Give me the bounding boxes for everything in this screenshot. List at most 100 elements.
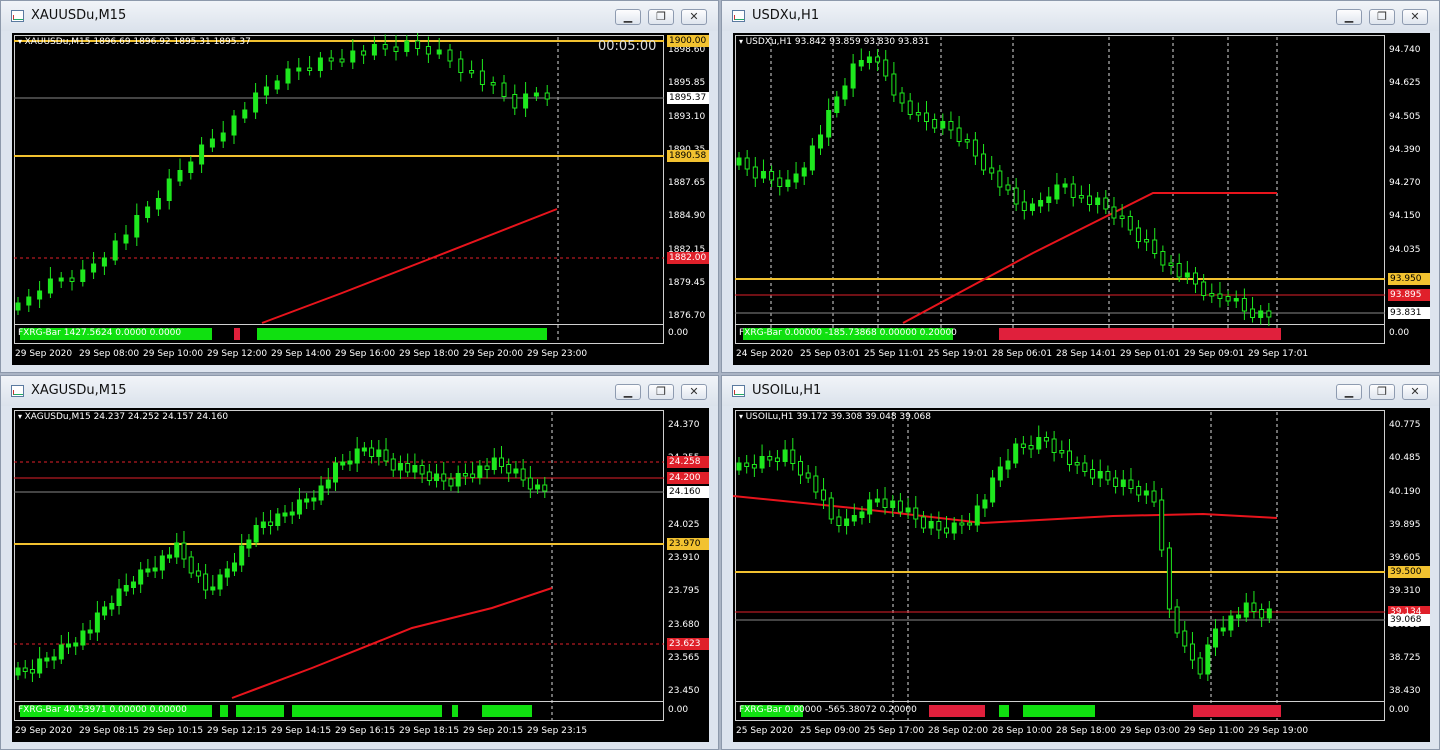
candle-body (875, 56, 881, 63)
window-titlebar[interactable]: XAUUSDu,M15 ▁ ❐ ✕ (1, 1, 718, 31)
candle-body (905, 507, 911, 513)
close-button[interactable]: ✕ (681, 384, 707, 400)
maximize-button[interactable]: ❐ (1369, 384, 1395, 400)
minimize-button[interactable]: ▁ (615, 9, 641, 25)
chart-window-xauusd[interactable]: XAUUSDu,M15 ▁ ❐ ✕ XAUUSDu,M15 1896.69 18… (0, 0, 719, 373)
candle-body (1074, 462, 1080, 466)
candle-body (80, 269, 86, 282)
indicator-bar (929, 705, 985, 717)
candle-body (1005, 184, 1011, 191)
candle-body (1021, 201, 1027, 211)
candle-body (1103, 197, 1109, 210)
candle-body (1266, 310, 1272, 318)
minimize-button[interactable]: ▁ (615, 384, 641, 400)
chart-canvas (14, 410, 664, 721)
price-chart[interactable]: XAGUSDu,M15 24.237 24.252 24.157 24.160 2… (12, 408, 709, 742)
maximize-button[interactable]: ❐ (648, 9, 674, 25)
candle-body (1087, 195, 1093, 205)
candle-body (513, 468, 519, 474)
candle-body (533, 92, 539, 97)
close-button[interactable]: ✕ (681, 9, 707, 25)
candle-body (296, 67, 302, 72)
time-axis-label: 29 Sep 10:00 (143, 349, 204, 359)
window-titlebar[interactable]: XAGUSDu,M15 ▁ ❐ ✕ (1, 376, 718, 406)
candle-body (167, 554, 173, 559)
chart-window-usdx[interactable]: USDXu,H1 ▁ ❐ ✕ USDXu,H1 93.842 93.859 93… (721, 0, 1440, 373)
symbol-info: XAGUSDu,M15 24.237 24.252 24.157 24.160 (18, 412, 229, 422)
maximize-button[interactable]: ❐ (1369, 9, 1395, 25)
price-tag: 39.068 (1388, 614, 1430, 626)
candle-body (1251, 602, 1257, 612)
candle-body (434, 473, 440, 481)
time-axis-label: 29 Sep 17:01 (1248, 349, 1309, 359)
window-titlebar[interactable]: USDXu,H1 ▁ ❐ ✕ (722, 1, 1439, 31)
candle-body (769, 171, 775, 181)
candle-body (159, 555, 165, 571)
candle-body (535, 484, 541, 490)
maximize-button[interactable]: ❐ (648, 384, 674, 400)
price-axis-label: 23.910 (668, 553, 700, 563)
price-axis-label: 1884.90 (668, 211, 706, 222)
candle-body (1066, 450, 1072, 465)
price-axis-label: 40.485 (1389, 453, 1421, 464)
price-axis-label: 23.795 (668, 586, 700, 597)
chart-window-usoil[interactable]: USOILu,H1 ▁ ❐ ✕ USOILu,H1 39.172 39.308 … (721, 375, 1440, 750)
price-axis-label: 94.270 (1389, 178, 1421, 188)
close-button[interactable]: ✕ (1402, 384, 1428, 400)
candle-body (1192, 272, 1198, 285)
candle-body (199, 144, 205, 165)
time-axis-label: 29 Sep 18:15 (399, 726, 460, 736)
indicator-bar (999, 705, 1009, 717)
candle-body (130, 581, 136, 588)
candle-body (752, 166, 758, 179)
indicator-bar (234, 328, 240, 340)
candle-body (1174, 606, 1180, 634)
candle-body (1241, 298, 1247, 312)
price-chart[interactable]: USOILu,H1 39.172 39.308 39.048 39.068 40.… (733, 408, 1430, 742)
candle-body (1166, 547, 1172, 610)
candle-body (361, 50, 367, 56)
indicator-bar (1023, 705, 1095, 717)
candle-body (333, 462, 339, 483)
price-tag: 93.831 (1388, 307, 1430, 319)
candle-body (376, 449, 382, 457)
candle-body (383, 449, 389, 462)
chart-window-xagusd[interactable]: XAGUSDu,M15 ▁ ❐ ✕ XAGUSDu,M15 24.237 24.… (0, 375, 719, 750)
candle-body (51, 656, 57, 661)
candle-body (458, 58, 464, 73)
candle-body (425, 46, 431, 55)
price-axis-label: 39.605 (1389, 553, 1421, 563)
price-axis-label: 94.505 (1389, 111, 1421, 122)
candle-body (844, 518, 850, 526)
candle-body (1266, 608, 1272, 619)
window-titlebar[interactable]: USOILu,H1 ▁ ❐ ✕ (722, 376, 1439, 406)
candle-body (785, 179, 791, 187)
time-axis-label: 29 Sep 19:00 (1248, 726, 1309, 736)
candle-body (850, 63, 856, 89)
indicator-info: FXRG-Bar 0.00000 -185.73868 0.00000 0.20… (739, 328, 957, 338)
candle-body (751, 464, 757, 469)
close-button[interactable]: ✕ (1402, 9, 1428, 25)
candle-body (790, 449, 796, 464)
candle-body (851, 515, 857, 522)
candle-body (899, 92, 905, 104)
minimize-button[interactable]: ▁ (1336, 384, 1362, 400)
candle-body (441, 473, 447, 482)
candle-body (412, 465, 418, 473)
candle-body (897, 500, 903, 513)
indicator-bar (452, 705, 458, 717)
candle-body (1070, 183, 1076, 198)
candle-body (774, 457, 780, 462)
candle-body (923, 112, 929, 122)
candle-body (1136, 486, 1142, 496)
candle-body (858, 60, 864, 67)
candle-body (1144, 239, 1150, 243)
window-title: XAGUSDu,M15 (31, 383, 127, 398)
candle-body (1127, 216, 1133, 231)
window-title: USDXu,H1 (752, 8, 820, 23)
candle-body (1113, 477, 1119, 487)
chart-window-icon (11, 385, 24, 397)
price-chart[interactable]: USDXu,H1 93.842 93.859 93.830 93.831 94.7… (733, 33, 1430, 365)
minimize-button[interactable]: ▁ (1336, 9, 1362, 25)
price-chart[interactable]: XAUUSDu,M15 1896.69 1896.92 1895.31 1895… (12, 33, 709, 365)
